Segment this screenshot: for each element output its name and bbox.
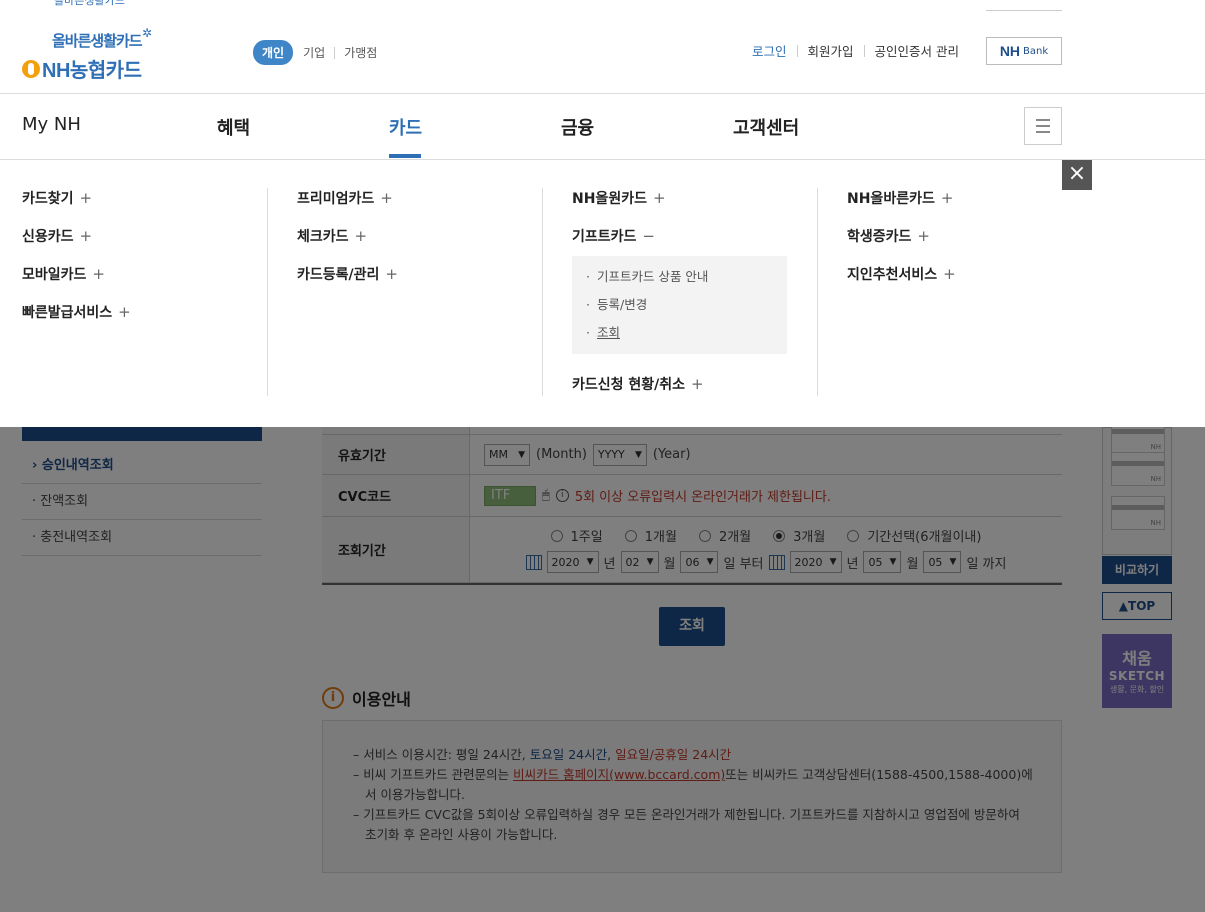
menu-mobile-card[interactable]: 모바일카드 + bbox=[22, 264, 252, 302]
submenu-gift-info[interactable]: · 기프트카드 상품 안내 bbox=[586, 264, 773, 292]
menu-premium-card[interactable]: 프리미엄카드 + bbox=[297, 188, 527, 226]
customer-type-tabs: 개인 기업 가맹점 bbox=[253, 40, 377, 65]
plus-icon: + bbox=[943, 265, 956, 283]
nav-finance[interactable]: 금융 bbox=[561, 114, 594, 140]
menu-card-search[interactable]: 카드찾기 + bbox=[22, 188, 252, 226]
top-bar: 올바른생활카드 올바른생활카드 ✲ NH농협카드 개인 기업 가맹점 로그인 회… bbox=[0, 0, 1205, 94]
menu-fast-issue[interactable]: 빠른발급서비스 + bbox=[22, 302, 252, 340]
plus-icon: + bbox=[118, 303, 131, 321]
main-nav: My NH 혜택 카드 금융 고객센터 bbox=[0, 94, 1205, 160]
menu-student-card[interactable]: 학생증카드 + bbox=[847, 226, 1077, 264]
logo-subtitle: 올바른생활카드 bbox=[52, 32, 143, 50]
close-icon[interactable]: × bbox=[1062, 160, 1092, 190]
mega-col-3: NH올원카드 + 기프트카드 − · 기프트카드 상품 안내 · 등록/변경 · 조회 카… bbox=[572, 188, 802, 412]
plus-icon: + bbox=[380, 189, 393, 207]
menu-nh-allone[interactable]: NH올원카드 + bbox=[572, 188, 802, 226]
plus-icon: + bbox=[354, 227, 368, 245]
tab-personal[interactable]: 개인 bbox=[253, 40, 294, 65]
mega-menu: 카드찾기 + 신용카드 + 모바일카드 + 빠른발급서비스 + 프리미엄카드 + 체크카드… bbox=[0, 160, 1205, 427]
plus-icon: + bbox=[92, 265, 105, 283]
active-nav-indicator bbox=[389, 154, 421, 158]
submenu-gift-inquiry[interactable]: · 조회 bbox=[586, 320, 773, 348]
nav-customer-center[interactable]: 고객센터 bbox=[733, 114, 799, 140]
nav-card[interactable]: 카드 bbox=[389, 114, 422, 140]
plus-icon: + bbox=[79, 227, 93, 245]
plus-icon: + bbox=[940, 189, 954, 207]
mega-col-1: 카드찾기 + 신용카드 + 모바일카드 + 빠른발급서비스 + bbox=[22, 188, 252, 340]
tab-merchant[interactable]: 가맹점 bbox=[344, 44, 377, 61]
nav-my-nh[interactable]: My NH bbox=[22, 114, 81, 135]
nh-bank-button[interactable]: NH Bank bbox=[986, 37, 1062, 65]
menu-nh-olbareun[interactable]: NH올바른카드 + bbox=[847, 188, 1077, 226]
hamburger-menu-icon[interactable] bbox=[1024, 107, 1062, 145]
menu-check-card[interactable]: 체크카드 + bbox=[297, 226, 527, 264]
plus-icon: + bbox=[917, 227, 930, 245]
seed-icon bbox=[22, 59, 40, 78]
minus-icon: − bbox=[642, 227, 655, 245]
signup-link[interactable]: 회원가입 bbox=[808, 41, 854, 60]
plus-icon: + bbox=[79, 189, 93, 207]
plus-icon: + bbox=[385, 265, 398, 283]
plus-icon: + bbox=[691, 375, 704, 393]
sparkle-icon: ✲ bbox=[142, 26, 153, 40]
submenu-gift-register[interactable]: · 등록/변경 bbox=[586, 292, 773, 320]
menu-card-register[interactable]: 카드등록/관리 + bbox=[297, 264, 527, 302]
clipped-logo-strip: 올바른생활카드 bbox=[54, 0, 125, 7]
menu-credit-card[interactable]: 신용카드 + bbox=[22, 226, 252, 264]
menu-referral[interactable]: 지인추천서비스 + bbox=[847, 264, 1077, 302]
certificate-link[interactable]: 공인인증서 관리 bbox=[875, 41, 959, 60]
mega-col-4: NH올바른카드 + 학생증카드 + 지인추천서비스 + bbox=[847, 188, 1077, 302]
tab-corporate[interactable]: 기업 bbox=[303, 44, 325, 61]
utility-links: 로그인 회원가입 공인인증서 관리 bbox=[752, 41, 959, 60]
plus-icon: + bbox=[652, 189, 666, 207]
site-header: 올바른생활카드 올바른생활카드 ✲ NH농협카드 개인 기업 가맹점 로그인 회… bbox=[0, 0, 1205, 427]
gift-card-submenu: · 기프트카드 상품 안내 · 등록/변경 · 조회 bbox=[572, 256, 787, 354]
mega-col-2: 프리미엄카드 + 체크카드 + 카드등록/관리 + bbox=[297, 188, 527, 302]
nh-card-logo[interactable]: 올바른생활카드 ✲ NH농협카드 bbox=[22, 26, 172, 82]
login-link[interactable]: 로그인 bbox=[752, 41, 787, 60]
menu-application-status[interactable]: 카드신청 현황/취소 + bbox=[572, 374, 802, 412]
nav-benefits[interactable]: 혜택 bbox=[217, 114, 250, 140]
